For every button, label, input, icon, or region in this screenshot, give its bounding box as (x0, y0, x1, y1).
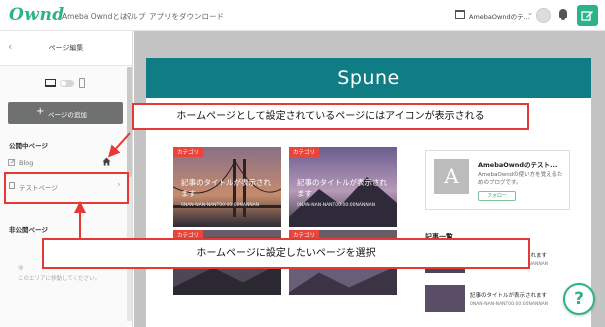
arrow-to-home-icon (107, 132, 131, 158)
top-annotation-callout: ホームページとして設定されているページにはアイコンが表示される (132, 103, 529, 130)
bottom-annotation-callout: ホームページに設定したいページを選択 (42, 238, 530, 269)
annotation-arrows (74, 132, 131, 238)
highlight-test-page (4, 172, 129, 204)
